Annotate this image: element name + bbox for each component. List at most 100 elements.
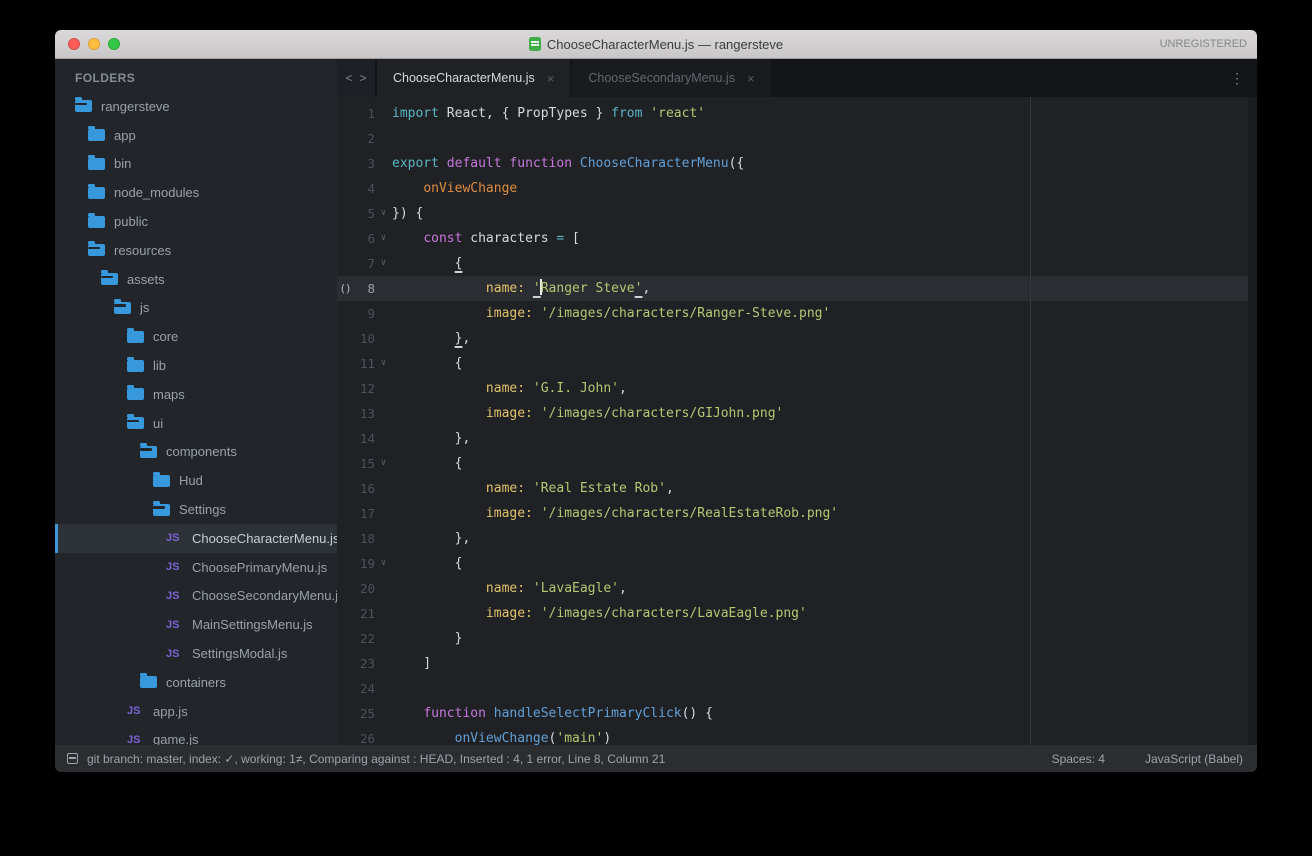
syntax-setting[interactable]: JavaScript (Babel) xyxy=(1145,752,1243,766)
sidebar-item-js[interactable]: js xyxy=(55,294,337,323)
sidebar-item-mainsettingsmenu-js[interactable]: JSMainSettingsMenu.js xyxy=(55,610,337,639)
registration-status: UNREGISTERED xyxy=(1160,30,1247,58)
code-line-17[interactable]: 17 image: '/images/characters/RealEstate… xyxy=(337,501,1257,526)
folder-icon xyxy=(127,388,144,400)
sidebar-item-resources[interactable]: resources xyxy=(55,236,337,265)
sidebar-item-ui[interactable]: ui xyxy=(55,409,337,438)
code-line-11[interactable]: 11∨ { xyxy=(337,351,1257,376)
code-line-16[interactable]: 16 name: 'Real Estate Rob', xyxy=(337,476,1257,501)
sidebar-item-choosesecondarymenu-js[interactable]: JSChooseSecondaryMenu.js xyxy=(55,582,337,611)
close-window-button[interactable] xyxy=(68,38,80,50)
code-line-4[interactable]: 4 onViewChange xyxy=(337,176,1257,201)
code-text: function handleSelectPrimaryClick() { xyxy=(392,701,713,726)
gutter: 1 xyxy=(337,101,392,126)
code-line-1[interactable]: 1import React, { PropTypes } from 'react… xyxy=(337,101,1257,126)
code-line-9[interactable]: 9 image: '/images/characters/Ranger-Stev… xyxy=(337,301,1257,326)
sidebar-item-label: resources xyxy=(114,243,171,258)
sidebar-item-containers[interactable]: containers xyxy=(55,668,337,697)
minimize-window-button[interactable] xyxy=(88,38,100,50)
scrollbar-track[interactable] xyxy=(1248,97,1257,745)
code-line-8[interactable]: ()8 name: 'Ranger Steve', xyxy=(337,276,1257,301)
next-tab-icon[interactable]: > xyxy=(360,71,367,85)
code-text: } xyxy=(392,626,462,651)
code-text: image: '/images/characters/RealEstateRob… xyxy=(392,501,838,526)
tab-close-icon[interactable]: × xyxy=(747,71,755,86)
sidebar-item-assets[interactable]: assets xyxy=(55,265,337,294)
code-editor[interactable]: 1import React, { PropTypes } from 'react… xyxy=(337,97,1257,745)
code-line-26[interactable]: 26 onViewChange('main') xyxy=(337,726,1257,745)
code-text: name: 'LavaEagle', xyxy=(392,576,627,601)
titlebar[interactable]: ChooseCharacterMenu.js — rangersteve UNR… xyxy=(55,30,1257,59)
sidebar-item-label: ChooseSecondaryMenu.js xyxy=(192,588,337,603)
line-number: 24 xyxy=(353,676,375,701)
fold-arrow-icon[interactable]: ∨ xyxy=(375,226,392,251)
prev-tab-icon[interactable]: < xyxy=(345,71,352,85)
fold-arrow-icon[interactable]: ∨ xyxy=(375,201,392,226)
code-line-5[interactable]: 5∨}) { xyxy=(337,201,1257,226)
tab-close-icon[interactable]: × xyxy=(547,71,555,86)
sidebar-item-lib[interactable]: lib xyxy=(55,351,337,380)
sidebar-item-app-js[interactable]: JSapp.js xyxy=(55,697,337,726)
gutter: 5∨ xyxy=(337,201,392,226)
tab-scroll-controls: < > xyxy=(337,59,375,97)
code-token: from xyxy=(611,106,642,121)
sidebar-item-settingsmodal-js[interactable]: JSSettingsModal.js xyxy=(55,639,337,668)
code-line-15[interactable]: 15∨ { xyxy=(337,451,1257,476)
code-line-2[interactable]: 2 xyxy=(337,126,1257,151)
code-line-3[interactable]: 3export default function ChooseCharacter… xyxy=(337,151,1257,176)
js-file-icon: JS xyxy=(127,734,144,745)
indentation-setting[interactable]: Spaces: 4 xyxy=(1052,752,1105,766)
code-line-14[interactable]: 14 }, xyxy=(337,426,1257,451)
gutter: 7∨ xyxy=(337,251,392,276)
tab-overflow-menu-icon[interactable]: ⋮ xyxy=(1217,59,1257,97)
code-token xyxy=(533,506,541,521)
line-number: 11 xyxy=(353,351,375,376)
code-token: name: xyxy=(486,281,525,296)
code-text: image: '/images/characters/LavaEagle.png… xyxy=(392,601,807,626)
status-git-info: git branch: master, index: ✓, working: 1… xyxy=(87,752,665,766)
zoom-window-button[interactable] xyxy=(108,38,120,50)
sidebar-item-hud[interactable]: Hud xyxy=(55,466,337,495)
code-token: , xyxy=(642,281,650,296)
code-line-13[interactable]: 13 image: '/images/characters/GIJohn.png… xyxy=(337,401,1257,426)
code-token xyxy=(392,731,455,745)
sidebar-item-components[interactable]: components xyxy=(55,438,337,467)
fold-arrow-icon[interactable]: ∨ xyxy=(375,351,392,376)
gutter: 24 xyxy=(337,676,392,701)
fold-arrow-icon[interactable]: ∨ xyxy=(375,551,392,576)
tab-choosecharactermenu-js[interactable]: ChooseCharacterMenu.js× xyxy=(377,59,570,97)
js-file-icon: JS xyxy=(166,561,183,573)
sidebar-item-rangersteve[interactable]: rangersteve xyxy=(55,92,337,121)
vcs-panel-icon xyxy=(67,753,78,764)
sidebar-item-core[interactable]: core xyxy=(55,322,337,351)
code-line-24[interactable]: 24 xyxy=(337,676,1257,701)
code-line-20[interactable]: 20 name: 'LavaEagle', xyxy=(337,576,1257,601)
sidebar-item-choosecharactermenu-js[interactable]: JSChooseCharacterMenu.js xyxy=(55,524,337,553)
code-line-23[interactable]: 23 ] xyxy=(337,651,1257,676)
code-line-25[interactable]: 25 function handleSelectPrimaryClick() { xyxy=(337,701,1257,726)
fold-arrow-icon[interactable]: ∨ xyxy=(375,451,392,476)
code-text: const characters = [ xyxy=(392,226,580,251)
sidebar-item-node-modules[interactable]: node_modules xyxy=(55,178,337,207)
sidebar-item-public[interactable]: public xyxy=(55,207,337,236)
sidebar-item-app[interactable]: app xyxy=(55,121,337,150)
code-line-19[interactable]: 19∨ { xyxy=(337,551,1257,576)
sidebar-item-settings[interactable]: Settings xyxy=(55,495,337,524)
sidebar-item-chooseprimarymenu-js[interactable]: JSChoosePrimaryMenu.js xyxy=(55,553,337,582)
fold-arrow-icon[interactable]: ∨ xyxy=(375,251,392,276)
tab-choosesecondarymenu-js[interactable]: ChooseSecondaryMenu.js× xyxy=(572,59,770,97)
tabs: ChooseCharacterMenu.js×ChooseSecondaryMe… xyxy=(377,59,773,97)
code-line-18[interactable]: 18 }, xyxy=(337,526,1257,551)
window-title: ChooseCharacterMenu.js — rangersteve xyxy=(547,37,783,52)
code-token: }, xyxy=(392,431,470,446)
code-line-22[interactable]: 22 } xyxy=(337,626,1257,651)
code-line-10[interactable]: 10 }, xyxy=(337,326,1257,351)
code-line-12[interactable]: 12 name: 'G.I. John', xyxy=(337,376,1257,401)
code-line-6[interactable]: 6∨ const characters = [ xyxy=(337,226,1257,251)
code-line-7[interactable]: 7∨ { xyxy=(337,251,1257,276)
sidebar-item-game-js[interactable]: JSgame.js xyxy=(55,726,337,745)
sidebar-item-maps[interactable]: maps xyxy=(55,380,337,409)
sidebar-item-bin[interactable]: bin xyxy=(55,150,337,179)
folder-icon xyxy=(88,158,105,170)
code-line-21[interactable]: 21 image: '/images/characters/LavaEagle.… xyxy=(337,601,1257,626)
